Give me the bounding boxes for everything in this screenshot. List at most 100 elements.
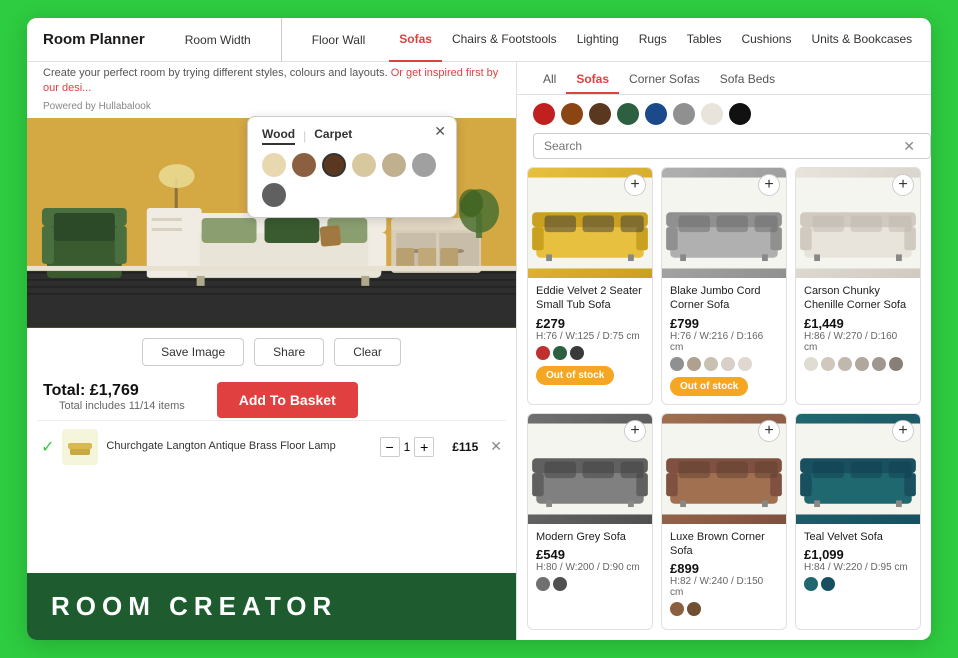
room-creator-banner: ROOM CREATOR xyxy=(27,573,516,640)
category-tab-units---bookcases[interactable]: Units & Bookcases xyxy=(801,18,915,62)
add-product-button-4[interactable]: + xyxy=(758,420,780,442)
product-price-3: £549 xyxy=(536,547,644,562)
product-swatch-0-2[interactable] xyxy=(570,346,584,360)
product-swatch-1-1[interactable] xyxy=(687,357,701,371)
product-swatch-1-4[interactable] xyxy=(738,357,752,371)
product-swatch-2-4[interactable] xyxy=(872,357,886,371)
total-label: Total: £1,769 xyxy=(43,382,201,400)
product-swatch-2-5[interactable] xyxy=(889,357,903,371)
product-info-1: Blake Jumbo Cord Corner Sofa£799H:76 / W… xyxy=(662,278,786,404)
filter-color-3[interactable] xyxy=(617,103,639,125)
product-swatch-4-1[interactable] xyxy=(687,602,701,616)
product-swatch-1-3[interactable] xyxy=(721,357,735,371)
total-row: Total: £1,769 Total includes 11/14 items… xyxy=(27,376,516,420)
product-price-0: £279 xyxy=(536,316,644,331)
add-product-button-3[interactable]: + xyxy=(624,420,646,442)
floor-swatch-3[interactable] xyxy=(352,153,376,177)
search-input[interactable] xyxy=(533,133,931,159)
product-dims-4: H:82 / W:240 / D:150 cm xyxy=(670,576,778,598)
product-swatch-1-0[interactable] xyxy=(670,357,684,371)
product-swatch-5-1[interactable] xyxy=(821,577,835,591)
product-price-1: £799 xyxy=(670,316,778,331)
floor-swatch-1[interactable] xyxy=(292,153,316,177)
top-nav-left: Room Planner Room Width Floor Wall xyxy=(43,18,373,62)
product-swatches-3 xyxy=(536,577,644,591)
product-swatch-5-0[interactable] xyxy=(804,577,818,591)
clear-button[interactable]: Clear xyxy=(334,338,401,366)
sub-tab-sofas[interactable]: Sofas xyxy=(566,68,619,94)
powered-by: Powered by Hullabalook xyxy=(27,99,516,116)
filter-color-7[interactable] xyxy=(729,103,751,125)
sub-tab-sofa-beds[interactable]: Sofa Beds xyxy=(710,68,785,94)
product-price-5: £1,099 xyxy=(804,547,912,562)
product-swatch-2-1[interactable] xyxy=(821,357,835,371)
product-name-4: Luxe Brown Corner Sofa xyxy=(670,530,778,559)
product-grid: +Eddie Velvet 2 Seater Small Tub Sofa£27… xyxy=(517,167,931,640)
product-info-3: Modern Grey Sofa£549H:80 / W:200 / D:90 … xyxy=(528,524,652,604)
category-tab-lighting[interactable]: Lighting xyxy=(567,18,629,62)
category-tab-rugs[interactable]: Rugs xyxy=(629,18,677,62)
floor-popup-close[interactable]: ✕ xyxy=(434,123,446,140)
add-product-button-5[interactable]: + xyxy=(892,420,914,442)
add-product-button-0[interactable]: + xyxy=(624,174,646,196)
product-swatch-0-1[interactable] xyxy=(553,346,567,360)
floor-wall-btn[interactable]: Floor Wall xyxy=(304,29,374,51)
product-dims-5: H:84 / W:220 / D:95 cm xyxy=(804,562,912,573)
product-card-4: + Luxe Brown Corner Sofa £899H:82 / W:240 … xyxy=(661,413,787,631)
sub-tab-all[interactable]: All xyxy=(533,68,566,94)
product-card-0: +Eddie Velvet 2 Seater Small Tub Sofa£27… xyxy=(527,167,653,405)
product-card-2: +Carson Chunky Chenille Corner Sofa£1,44… xyxy=(795,167,921,405)
category-tab-sofas[interactable]: Sofas xyxy=(389,18,442,62)
top-nav: Room Planner Room Width Floor Wall Sofas… xyxy=(27,18,931,62)
product-swatch-0-0[interactable] xyxy=(536,346,550,360)
category-tab-cushions[interactable]: Cushions xyxy=(731,18,801,62)
floor-tab-wood[interactable]: Wood xyxy=(262,127,295,145)
add-product-button-2[interactable]: + xyxy=(892,174,914,196)
product-swatch-2-2[interactable] xyxy=(838,357,852,371)
search-clear-icon[interactable]: ✕ xyxy=(903,138,915,155)
add-to-basket-button[interactable]: Add To Basket xyxy=(217,382,358,418)
category-tab-tables[interactable]: Tables xyxy=(677,18,732,62)
product-swatch-2-0[interactable] xyxy=(804,357,818,371)
product-swatch-1-2[interactable] xyxy=(704,357,718,371)
floor-swatch-0[interactable] xyxy=(262,153,286,177)
save-image-button[interactable]: Save Image xyxy=(142,338,244,366)
out-of-stock-button-0[interactable]: Out of stock xyxy=(536,366,614,385)
item-remove[interactable]: ✕ xyxy=(490,438,502,455)
sub-tab-corner-sofas[interactable]: Corner Sofas xyxy=(619,68,710,94)
product-swatch-3-0[interactable] xyxy=(536,577,550,591)
floor-popup-tabs: Wood | Carpet xyxy=(262,127,442,145)
floor-tab-carpet[interactable]: Carpet xyxy=(314,127,352,145)
product-swatch-3-1[interactable] xyxy=(553,577,567,591)
room-planner-title: Room Planner xyxy=(43,31,145,48)
room-subtitle: Create your perfect room by trying diffe… xyxy=(27,62,516,99)
filter-color-1[interactable] xyxy=(561,103,583,125)
product-price-4: £899 xyxy=(670,561,778,576)
action-buttons: Save Image Share Clear xyxy=(27,328,516,376)
floor-swatch-2[interactable] xyxy=(322,153,346,177)
qty-decrease[interactable]: − xyxy=(380,437,400,457)
product-dims-1: H:76 / W:216 / D:166 cm xyxy=(670,331,778,353)
product-dims-0: H:76 / W:125 / D:75 cm xyxy=(536,331,644,342)
qty-increase[interactable]: + xyxy=(414,437,434,457)
filter-color-2[interactable] xyxy=(589,103,611,125)
category-tab-chairs---footstools[interactable]: Chairs & Footstools xyxy=(442,18,567,62)
add-product-button-1[interactable]: + xyxy=(758,174,780,196)
floor-swatch-6[interactable] xyxy=(262,183,286,207)
filter-color-4[interactable] xyxy=(645,103,667,125)
share-button[interactable]: Share xyxy=(254,338,324,366)
room-width-btn[interactable]: Room Width xyxy=(177,29,259,51)
filter-color-6[interactable] xyxy=(701,103,723,125)
filter-color-5[interactable] xyxy=(673,103,695,125)
product-name-3: Modern Grey Sofa xyxy=(536,530,644,544)
product-swatch-4-0[interactable] xyxy=(670,602,684,616)
floor-swatch-5[interactable] xyxy=(412,153,436,177)
item-checkbox[interactable]: ✓ xyxy=(41,437,54,457)
floor-popup: Wood | Carpet ✕ xyxy=(247,116,457,218)
product-swatch-2-3[interactable] xyxy=(855,357,869,371)
out-of-stock-button-1[interactable]: Out of stock xyxy=(670,377,748,396)
floor-swatch-4[interactable] xyxy=(382,153,406,177)
divider xyxy=(281,18,282,62)
right-panel: AllSofasCorner SofasSofa Beds ✕ xyxy=(517,62,931,640)
filter-color-0[interactable] xyxy=(533,103,555,125)
